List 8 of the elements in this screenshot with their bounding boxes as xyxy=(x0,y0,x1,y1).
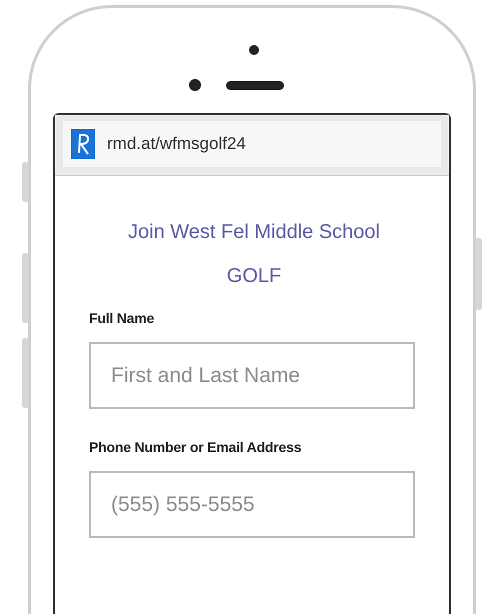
address-bar[interactable]: rmd.at/wfmsgolf24 xyxy=(63,121,441,167)
form-title: Join West Fel Middle School GOLF xyxy=(127,220,381,289)
input-field[interactable]: (555) 555-5555 xyxy=(89,471,415,538)
url-text: rmd.at/wfmsgolf24 xyxy=(107,134,246,154)
logo-icon xyxy=(71,129,95,159)
input-field[interactable]: First and Last Name xyxy=(89,342,415,409)
field-label: Phone Number or Email Address xyxy=(89,439,302,455)
field-label: Full Name xyxy=(89,310,156,326)
